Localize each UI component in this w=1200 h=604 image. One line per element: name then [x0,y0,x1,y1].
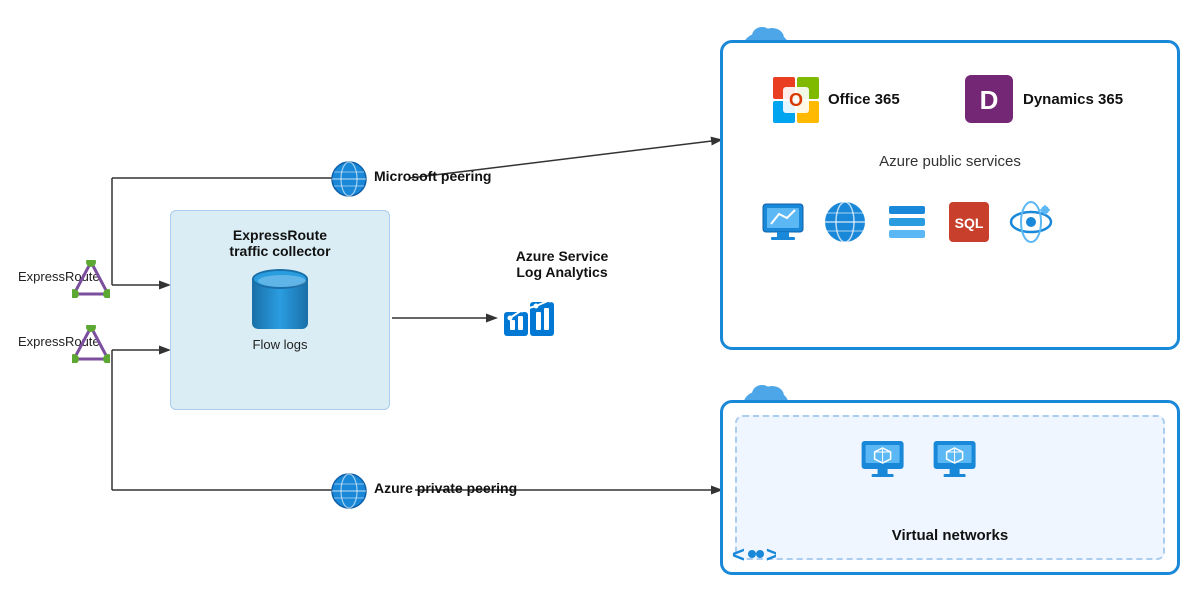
azure-private-peering-label: Azure private peering [374,480,517,496]
dynamics365-label: Dynamics 365 [1023,91,1123,108]
svg-text:D: D [980,85,999,115]
microsoft-peering-globe [330,160,368,203]
dynamics365-icon: D [963,73,1015,130]
sql-icon: SQL [945,198,993,251]
code-brackets-icon: < > [730,540,776,573]
diagram: ExpressRoute ExpressRoute ExpressRoutetr… [0,0,1200,604]
svg-text:O: O [789,90,803,110]
vnet-monitor-1 [858,435,918,495]
microsoft-peering-label: Microsoft peering [374,168,491,184]
vnet-monitor-icons [858,435,990,495]
log-analytics-label: Azure ServiceLog Analytics [497,248,627,280]
vnet-inner-box: Virtual networks [735,415,1165,560]
virtual-networks-label: Virtual networks [892,527,1008,544]
triangle-icon-1 [72,260,110,298]
azure-private-peering-globe [330,472,368,515]
azure-public-box: O Office 365 D Dynamics 365 Azure public… [720,40,1180,350]
collector-title: ExpressRoutetraffic collector [229,227,330,259]
office365-label: Office 365 [828,91,900,108]
network-globe-icon [821,198,869,251]
svg-text:SQL: SQL [955,215,984,231]
svg-text:<: < [732,542,745,567]
virtual-networks-box: Virtual networks [720,400,1180,575]
satellite-icon [1007,198,1055,251]
stack-icon [883,198,931,251]
service-icons-row: SQL [759,198,1055,251]
log-analytics-icon [502,290,558,351]
flow-logs-icon: Flow logs [252,269,308,352]
flow-logs-label: Flow logs [253,337,308,352]
azure-public-services-label: Azure public services [879,153,1021,170]
office365-icon: O [769,73,823,132]
collector-box: ExpressRoutetraffic collector Flow logs [170,210,390,410]
triangle-icon-2 [72,325,110,363]
vnet-monitor-2 [930,435,990,495]
monitor-icon [759,198,807,251]
svg-text:>: > [766,542,776,567]
